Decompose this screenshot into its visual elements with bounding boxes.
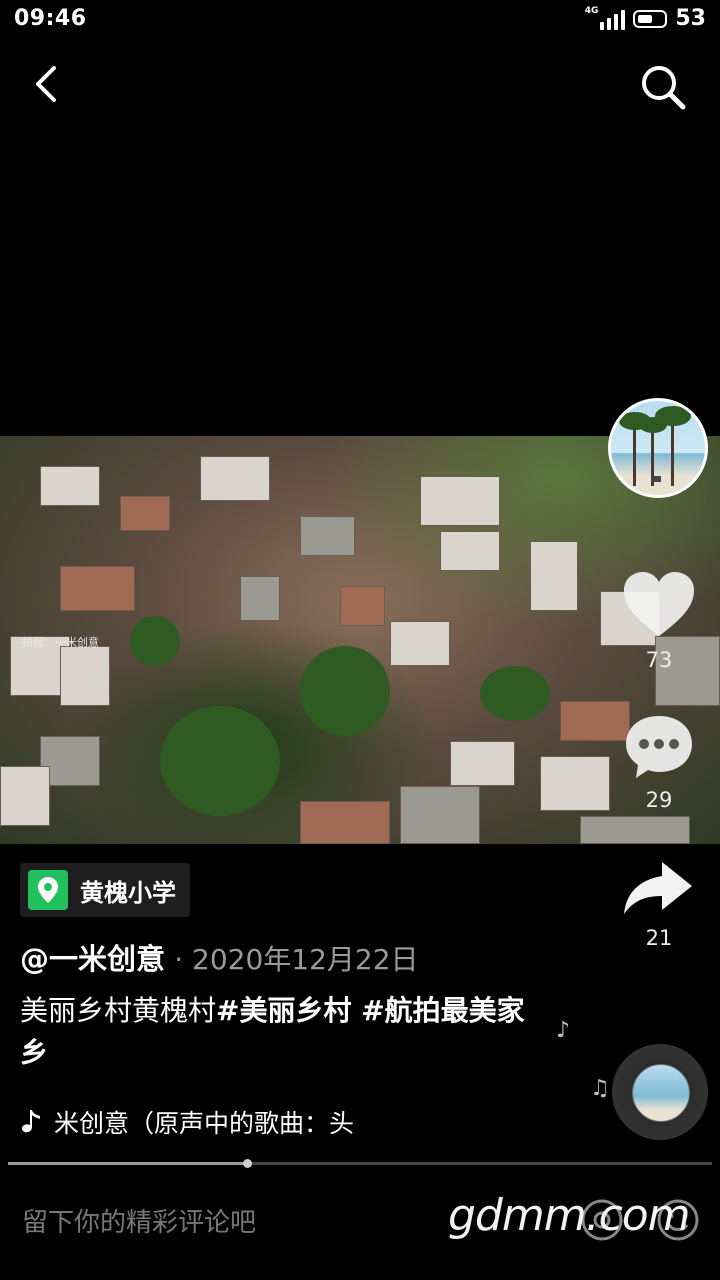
caption-text: 美丽乡村黄槐村: [20, 994, 217, 1027]
location-label: 黄槐小学: [80, 878, 176, 907]
comment-icon[interactable]: [624, 712, 694, 782]
battery-level: 53: [675, 6, 706, 31]
battery-icon: [633, 9, 668, 28]
author-avatar[interactable]: [608, 398, 708, 498]
site-watermark: gdmm.com: [448, 1190, 691, 1241]
network-type: 4G: [584, 5, 599, 16]
post-date: · 2020年12月22日: [174, 943, 419, 976]
share-count: 21: [645, 926, 673, 950]
signal-icon: [600, 8, 626, 30]
palm-tree-image: [619, 406, 691, 486]
status-bar: 09:46 4G 53: [0, 0, 720, 40]
video-progress-handle[interactable]: [243, 1159, 252, 1168]
comment-count: 29: [645, 788, 673, 812]
heart-icon[interactable]: [622, 570, 696, 640]
music-disc[interactable]: [612, 1044, 708, 1140]
comment-input[interactable]: 留下你的精彩评论吧: [22, 1202, 256, 1239]
video-player[interactable]: [0, 436, 720, 844]
post-caption: 美丽乡村黄槐村#美丽乡村 #航拍最美家乡: [20, 990, 540, 1074]
location-chip[interactable]: 黄槐小学: [20, 863, 190, 917]
music-disc-cover: [632, 1064, 690, 1122]
floating-note-icon: ♪: [556, 1018, 571, 1043]
search-icon[interactable]: [638, 62, 688, 112]
music-title: 米创意（原声中的歌曲：头: [54, 1109, 355, 1138]
music-note-icon: [21, 1110, 40, 1133]
back-icon[interactable]: [28, 62, 68, 106]
location-pin-icon: [28, 870, 68, 910]
video-progress-fill: [8, 1162, 247, 1165]
floating-note-icon-2: ♫: [590, 1076, 610, 1101]
music-info[interactable]: 米创意（原声中的歌曲：头: [20, 1104, 380, 1140]
share-icon[interactable]: [622, 860, 694, 918]
author-line: @一米创意 · 2020年12月22日: [20, 936, 419, 978]
like-count: 73: [645, 648, 673, 672]
status-time: 09:46: [14, 6, 87, 31]
video-credit: 拍摄：一米创意: [22, 636, 99, 649]
status-indicators: 4G 53: [584, 5, 706, 32]
author-name[interactable]: @一米创意: [20, 942, 165, 976]
